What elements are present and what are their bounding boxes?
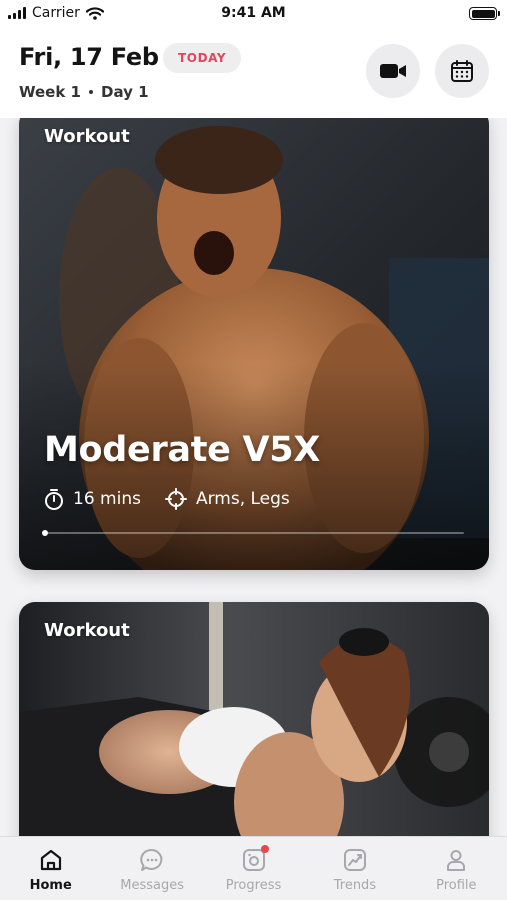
target-value: Arms, Legs bbox=[195, 489, 290, 509]
battery-icon bbox=[469, 7, 500, 20]
video-button[interactable] bbox=[366, 44, 420, 98]
workout-title: Moderate V5X bbox=[44, 430, 321, 470]
tab-label: Profile bbox=[436, 878, 477, 893]
tab-trends[interactable]: Trends bbox=[304, 837, 405, 900]
progress-icon-wrap bbox=[241, 845, 269, 873]
crosshair-icon bbox=[164, 488, 187, 510]
day-header: Fri, 17 Feb TODAY Week 1 Day 1 bbox=[0, 28, 507, 118]
stopwatch-icon bbox=[45, 489, 63, 510]
workout-progress-bar bbox=[42, 530, 464, 536]
today-button[interactable]: TODAY bbox=[163, 43, 242, 73]
home-icon bbox=[40, 849, 61, 871]
calendar-button[interactable] bbox=[435, 44, 489, 98]
tab-label: Trends bbox=[333, 878, 377, 893]
chat-bubble-icon bbox=[140, 848, 163, 871]
progress-indicator bbox=[42, 530, 48, 536]
workout-meta: 16 mins Arms, Legs bbox=[44, 488, 304, 510]
workout-card[interactable]: Workout Moderate V5X 16 mins Arms, Legs bbox=[19, 118, 489, 570]
tab-profile[interactable]: Profile bbox=[406, 837, 507, 900]
page-title: Fri, 17 Feb bbox=[19, 43, 159, 71]
notification-badge bbox=[260, 845, 269, 853]
tab-label: Messages bbox=[120, 878, 184, 893]
tab-messages[interactable]: Messages bbox=[101, 837, 202, 900]
card-category: Workout bbox=[44, 620, 130, 641]
card-category: Workout bbox=[44, 126, 130, 147]
tab-label: Progress bbox=[225, 878, 282, 893]
duration-info: 16 mins bbox=[44, 488, 141, 510]
duration-value: 16 mins bbox=[73, 489, 141, 509]
target-info: Arms, Legs bbox=[164, 488, 290, 510]
separator-dot bbox=[89, 90, 93, 94]
workout-feed[interactable]: Workout Moderate V5X 16 mins Arms, Legs … bbox=[0, 118, 507, 836]
tab-home[interactable]: Home bbox=[0, 837, 101, 900]
tab-label: Home bbox=[29, 878, 72, 893]
status-bar: Carrier 9:41 AM bbox=[0, 0, 507, 28]
week-day-label: Week 1 Day 1 bbox=[19, 83, 149, 101]
calendar-icon bbox=[451, 60, 473, 82]
tab-progress[interactable]: Progress bbox=[203, 837, 304, 900]
week-label: Week 1 bbox=[19, 83, 81, 101]
video-camera-icon bbox=[380, 64, 406, 78]
clock: 9:41 AM bbox=[221, 5, 286, 21]
trend-chart-icon bbox=[343, 849, 366, 871]
workout-card[interactable]: Workout bbox=[19, 602, 489, 836]
day-label: Day 1 bbox=[101, 83, 149, 101]
bottom-tab-bar: Home Messages Progress Trends Profile bbox=[0, 836, 507, 900]
person-icon bbox=[447, 850, 466, 871]
